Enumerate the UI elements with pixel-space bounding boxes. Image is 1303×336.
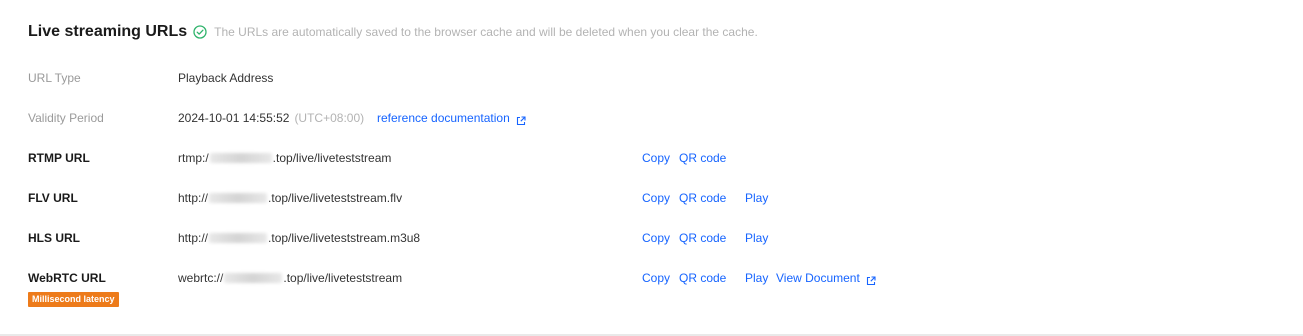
- url-type-row: URL Type Playback Address: [0, 68, 1303, 88]
- check-circle-icon: [193, 25, 207, 39]
- redacted-host: [209, 233, 268, 243]
- webrtc-qr-button[interactable]: QR code: [679, 268, 726, 288]
- flv-url-prefix: http://: [178, 191, 209, 205]
- external-link-icon: [866, 273, 876, 286]
- rtmp-copy-button[interactable]: Copy: [642, 148, 670, 168]
- hls-play-button[interactable]: Play: [745, 228, 768, 248]
- redacted-host: [209, 193, 268, 203]
- webrtc-url-suffix: .top/live/liveteststream: [283, 271, 403, 285]
- latency-badge: Millisecond latency: [28, 292, 119, 307]
- webrtc-url-value: webrtc:// .top/live/liveteststream: [178, 268, 402, 288]
- view-document-link[interactable]: View Document: [776, 268, 876, 288]
- rtmp-url-prefix: rtmp:/: [178, 151, 209, 165]
- webrtc-url-prefix: webrtc://: [178, 271, 224, 285]
- external-link-icon: [516, 113, 526, 126]
- url-type-value: Playback Address: [178, 71, 274, 85]
- hls-url-suffix: .top/live/liveteststream.m3u8: [268, 231, 421, 245]
- rtmp-url-suffix: .top/live/liveteststream: [272, 151, 392, 165]
- flv-copy-button[interactable]: Copy: [642, 188, 670, 208]
- validity-timezone: (UTC+08:00): [294, 111, 365, 125]
- url-type-label: URL Type: [28, 71, 81, 85]
- flv-url-row: FLV URL http:// .top/live/liveteststream…: [0, 188, 1303, 208]
- hls-copy-button[interactable]: Copy: [642, 228, 670, 248]
- flv-qr-button[interactable]: QR code: [679, 188, 726, 208]
- rtmp-qr-button[interactable]: QR code: [679, 148, 726, 168]
- hls-qr-button[interactable]: QR code: [679, 228, 726, 248]
- flv-url-label: FLV URL: [28, 191, 78, 205]
- rtmp-url-value: rtmp:/ .top/live/liveteststream: [178, 148, 391, 168]
- view-document-label: View Document: [776, 271, 860, 285]
- section-header: Live streaming URLs The URLs are automat…: [28, 20, 758, 44]
- rtmp-url-label: RTMP URL: [28, 151, 90, 165]
- flv-url-suffix: .top/live/liveteststream.flv: [268, 191, 403, 205]
- redacted-host: [224, 273, 283, 283]
- hls-url-prefix: http://: [178, 231, 209, 245]
- flv-play-button[interactable]: Play: [745, 188, 768, 208]
- hls-url-label: HLS URL: [28, 231, 80, 245]
- validity-row: Validity Period 2024-10-01 14:55:52 (UTC…: [0, 108, 1303, 128]
- rtmp-url-row: RTMP URL rtmp:/ .top/live/liveteststream…: [0, 148, 1303, 168]
- live-streaming-panel: Live streaming URLs The URLs are automat…: [0, 0, 1303, 334]
- hls-url-value: http:// .top/live/liveteststream.m3u8: [178, 228, 420, 248]
- flv-url-value: http:// .top/live/liveteststream.flv: [178, 188, 402, 208]
- webrtc-play-button[interactable]: Play: [745, 268, 768, 288]
- webrtc-copy-button[interactable]: Copy: [642, 268, 670, 288]
- validity-label: Validity Period: [28, 111, 104, 125]
- section-title: Live streaming URLs: [28, 23, 188, 40]
- reference-doc-link-label: reference documentation: [377, 111, 510, 125]
- redacted-host: [209, 153, 272, 163]
- hls-url-row: HLS URL http:// .top/live/liveteststream…: [0, 228, 1303, 248]
- validity-datetime: 2024-10-01 14:55:52: [178, 111, 290, 125]
- validity-value: 2024-10-01 14:55:52 (UTC+08:00): [178, 108, 364, 128]
- webrtc-url-row: WebRTC URL webrtc:// .top/live/livetests…: [0, 268, 1303, 288]
- cache-hint: The URLs are automatically saved to the …: [214, 25, 758, 39]
- webrtc-url-label: WebRTC URL: [28, 271, 106, 285]
- reference-doc-link[interactable]: reference documentation: [377, 108, 526, 128]
